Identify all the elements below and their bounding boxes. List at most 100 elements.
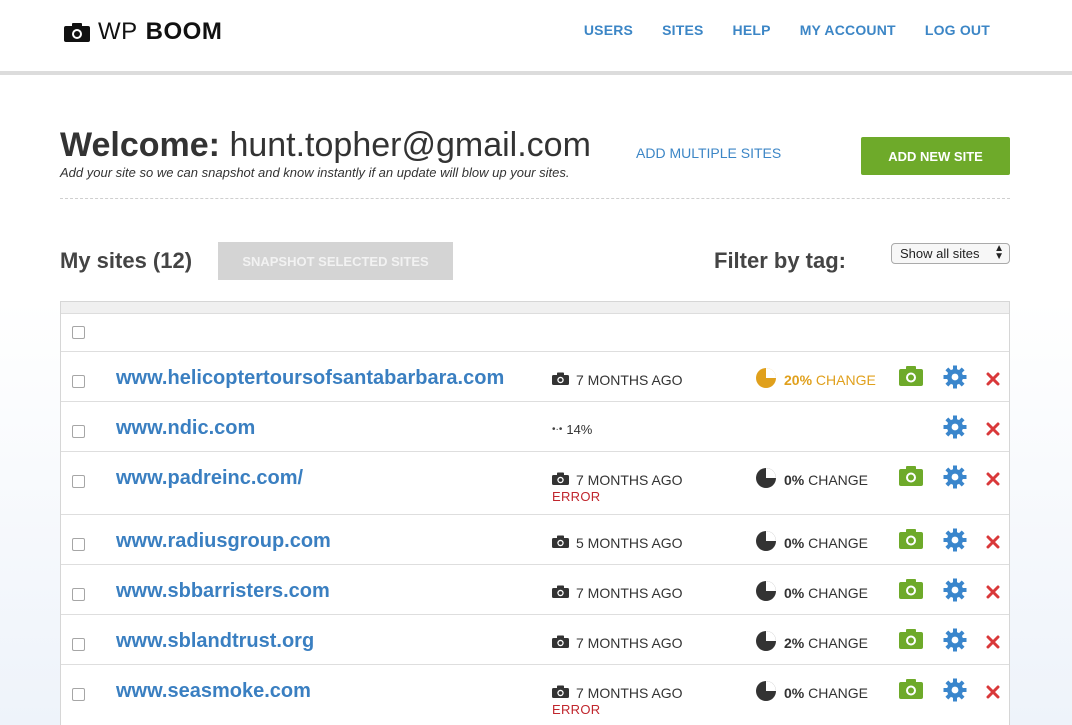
nav-help[interactable]: HELP — [733, 22, 771, 38]
settings-gear-icon[interactable] — [943, 465, 967, 489]
change-label: CHANGE — [808, 684, 869, 701]
last-snapshot: 7 MONTHS AGO — [552, 585, 683, 601]
change-pie-icon — [755, 630, 777, 655]
change-pie-icon — [755, 530, 777, 555]
change-label: CHANGE — [808, 471, 869, 488]
last-snapshot-time: 7 MONTHS AGO — [576, 685, 683, 701]
table-row: www.radiusgroup.com 5 MONTHS AGO 0% CHANGE — [61, 515, 1009, 565]
last-snapshot-time: 7 MONTHS AGO — [576, 472, 683, 488]
settings-gear-icon[interactable] — [943, 678, 967, 702]
row-checkbox[interactable] — [72, 425, 85, 438]
table-header-strip — [61, 302, 1009, 314]
table-row: www.helicoptertoursofsantabarbara.com 7 M… — [61, 352, 1009, 402]
welcome-label: Welcome: — [60, 126, 220, 164]
take-snapshot-icon[interactable] — [899, 366, 923, 386]
delete-site-icon[interactable] — [986, 372, 1000, 386]
settings-gear-icon[interactable] — [943, 528, 967, 552]
change-percent: 0% — [784, 534, 805, 551]
snapshot-camera-icon — [552, 585, 569, 601]
tag-filter-value: Show all sites — [900, 246, 980, 261]
last-snapshot-time: 5 MONTHS AGO — [576, 535, 683, 551]
last-snapshot-time: 7 MONTHS AGO — [576, 372, 683, 388]
delete-site-icon[interactable] — [986, 422, 1000, 436]
change-label: CHANGE — [808, 584, 869, 601]
change-label: CHANGE — [815, 371, 876, 388]
page-title: Welcome: hunt.topher@gmail.com — [60, 126, 591, 165]
last-snapshot: 7 MONTHS AGO — [552, 372, 683, 388]
nav-my-account[interactable]: MY ACCOUNT — [800, 22, 896, 38]
tag-filter-select[interactable]: Show all sites ▲ ▼ — [891, 243, 1010, 264]
welcome-subtitle: Add your site so we can snapshot and kno… — [60, 165, 570, 180]
change-label: CHANGE — [808, 534, 869, 551]
site-link[interactable]: www.seasmoke.com — [116, 680, 311, 703]
table-row: www.ndic.com •·• 14% — [61, 402, 1009, 452]
site-link[interactable]: www.helicoptertoursofsantabarbara.com — [116, 367, 504, 390]
last-snapshot: 7 MONTHS AGO — [552, 685, 683, 701]
site-link[interactable]: www.sbbarristers.com — [116, 580, 330, 603]
change-indicator: 0% CHANGE — [755, 580, 868, 605]
snapshot-camera-icon — [552, 472, 569, 488]
delete-site-icon[interactable] — [986, 685, 1000, 699]
logo[interactable]: WP BOOM — [64, 18, 222, 46]
last-snapshot: 7 MONTHS AGO — [552, 472, 683, 488]
last-snapshot-time: 7 MONTHS AGO — [576, 585, 683, 601]
take-snapshot-icon[interactable] — [899, 629, 923, 649]
settings-gear-icon[interactable] — [943, 578, 967, 602]
settings-gear-icon[interactable] — [943, 415, 967, 439]
error-status: ERROR — [552, 489, 601, 504]
delete-site-icon[interactable] — [986, 472, 1000, 486]
change-pie-icon — [755, 467, 777, 492]
change-indicator: 0% CHANGE — [755, 467, 868, 492]
row-checkbox[interactable] — [72, 475, 85, 488]
site-link[interactable]: www.ndic.com — [116, 417, 255, 440]
row-checkbox[interactable] — [72, 538, 85, 551]
settings-gear-icon[interactable] — [943, 365, 967, 389]
change-percent: 20% — [784, 371, 813, 388]
change-percent: 2% — [784, 634, 805, 651]
last-snapshot: 7 MONTHS AGO — [552, 635, 683, 651]
last-snapshot: 5 MONTHS AGO — [552, 535, 683, 551]
site-link[interactable]: www.padreinc.com/ — [116, 467, 303, 490]
add-multiple-sites-link[interactable]: ADD MULTIPLE SITES — [636, 145, 781, 161]
divider — [60, 198, 1010, 199]
delete-site-icon[interactable] — [986, 535, 1000, 549]
snapshot-camera-icon — [552, 635, 569, 651]
nav-users[interactable]: USERS — [584, 22, 633, 38]
table-row: www.padreinc.com/7 MONTHS AGO ERROR 0% CHA… — [61, 452, 1009, 515]
change-indicator: 0% CHANGE — [755, 680, 868, 705]
select-arrows-icon: ▲ ▼ — [994, 243, 1004, 262]
change-percent: 0% — [784, 684, 805, 701]
snapshot-selected-button[interactable]: SNAPSHOT SELECTED SITES — [218, 242, 453, 280]
take-snapshot-icon[interactable] — [899, 679, 923, 699]
take-snapshot-icon[interactable] — [899, 579, 923, 599]
snapshot-camera-icon — [552, 535, 569, 551]
change-indicator: 20% CHANGE — [755, 367, 876, 392]
change-percent: 0% — [784, 584, 805, 601]
my-sites-heading: My sites (12) — [60, 248, 193, 273]
site-link[interactable]: www.radiusgroup.com — [116, 530, 331, 553]
nav-log-out[interactable]: LOG OUT — [925, 22, 990, 38]
take-snapshot-icon[interactable] — [899, 466, 923, 486]
settings-gear-icon[interactable] — [943, 628, 967, 652]
site-link[interactable]: www.sblandtrust.org — [116, 630, 314, 653]
row-checkbox[interactable] — [72, 688, 85, 701]
take-snapshot-icon[interactable] — [899, 529, 923, 549]
change-percent: 0% — [784, 471, 805, 488]
add-new-site-button[interactable]: ADD NEW SITE — [861, 137, 1010, 175]
change-indicator: 2% CHANGE — [755, 630, 868, 655]
nav-sites[interactable]: SITES — [662, 22, 703, 38]
snapshot-progress: •·• 14% — [552, 422, 592, 437]
delete-site-icon[interactable] — [986, 585, 1000, 599]
row-checkbox[interactable] — [72, 375, 85, 388]
row-checkbox[interactable] — [72, 588, 85, 601]
top-header: WP BOOM USERS SITES HELP MY ACCOUNT LOG … — [0, 0, 1072, 75]
select-all-checkbox[interactable] — [72, 326, 85, 339]
brand-text-wp: WP — [98, 18, 138, 45]
table-row: www.sblandtrust.org 7 MONTHS AGO 2% CHANGE — [61, 615, 1009, 665]
row-checkbox[interactable] — [72, 638, 85, 651]
change-indicator: 0% CHANGE — [755, 530, 868, 555]
change-pie-icon — [755, 367, 777, 392]
change-label: CHANGE — [808, 634, 869, 651]
delete-site-icon[interactable] — [986, 635, 1000, 649]
progress-value: 14% — [566, 422, 593, 437]
